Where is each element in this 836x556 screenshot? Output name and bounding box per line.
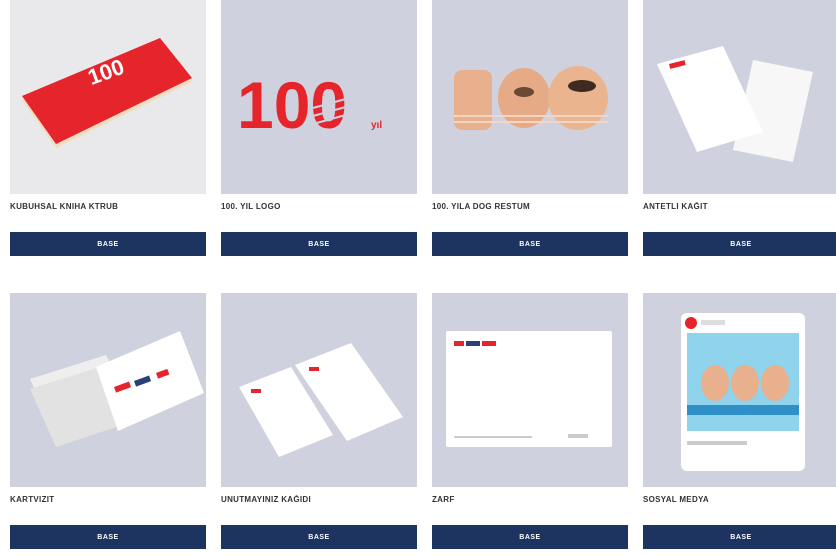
business-card-icon (30, 331, 204, 447)
card-caption: UNUTMAYINIZ KAĞIDI (221, 495, 311, 504)
download-button[interactable]: BASE (643, 232, 836, 256)
thumb-envelope[interactable] (432, 293, 628, 487)
card-social: SOSYAL MEDYA BASE (643, 293, 836, 549)
card-caption: ZARF (432, 495, 455, 504)
social-post-icon (681, 313, 805, 471)
card-eyes: 100. YILA DOG RESTUM BASE (432, 0, 628, 256)
red-book-icon: 100 (22, 38, 192, 148)
envelope-icon (446, 331, 612, 447)
card-kartvizit: KARTVIZIT BASE (10, 293, 206, 549)
card-notepad: UNUTMAYINIZ KAĞIDI BASE (221, 293, 417, 549)
card-kubuhsal: 100 KUBUHSAL KNIHA KTRUB BASE (10, 0, 206, 256)
download-button[interactable]: BASE (432, 525, 628, 549)
logo-100-text: 100 (237, 68, 347, 142)
logo-suffix: yıl (371, 120, 382, 131)
download-button[interactable]: BASE (10, 232, 206, 256)
card-letterhead: ANTETLI KAĞIT BASE (643, 0, 836, 256)
thumb-social[interactable] (643, 293, 836, 487)
card-caption: KUBUHSAL KNIHA KTRUB (10, 202, 119, 211)
thumb-cards[interactable] (10, 293, 206, 487)
striped-100-logo-icon: 100 yıl (237, 68, 382, 142)
download-button[interactable]: BASE (221, 232, 417, 256)
thumb-letterhead[interactable] (643, 0, 836, 194)
download-button[interactable]: BASE (10, 525, 206, 549)
card-caption: 100. YILA DOG RESTUM (432, 202, 531, 211)
card-envelope: ZARF BASE (432, 293, 628, 549)
card-caption: ANTETLI KAĞIT (643, 202, 708, 211)
thumb-eyes[interactable] (432, 0, 628, 194)
download-button[interactable]: BASE (221, 525, 417, 549)
download-button[interactable]: BASE (643, 525, 836, 549)
card-caption: KARTVIZIT (10, 495, 55, 504)
download-button[interactable]: BASE (432, 232, 628, 256)
card-logo: 100 yıl 100. YIL LOGO BASE (221, 0, 417, 256)
thumb-book[interactable]: 100 (10, 0, 206, 194)
card-caption: SOSYAL MEDYA (643, 495, 709, 504)
card-caption: 100. YIL LOGO (221, 202, 281, 211)
thumb-notepad[interactable] (221, 293, 417, 487)
notepad-icon (239, 343, 403, 457)
eyes-photo-icon (454, 66, 608, 130)
letterhead-icon (657, 46, 813, 162)
thumb-logo[interactable]: 100 yıl (221, 0, 417, 194)
